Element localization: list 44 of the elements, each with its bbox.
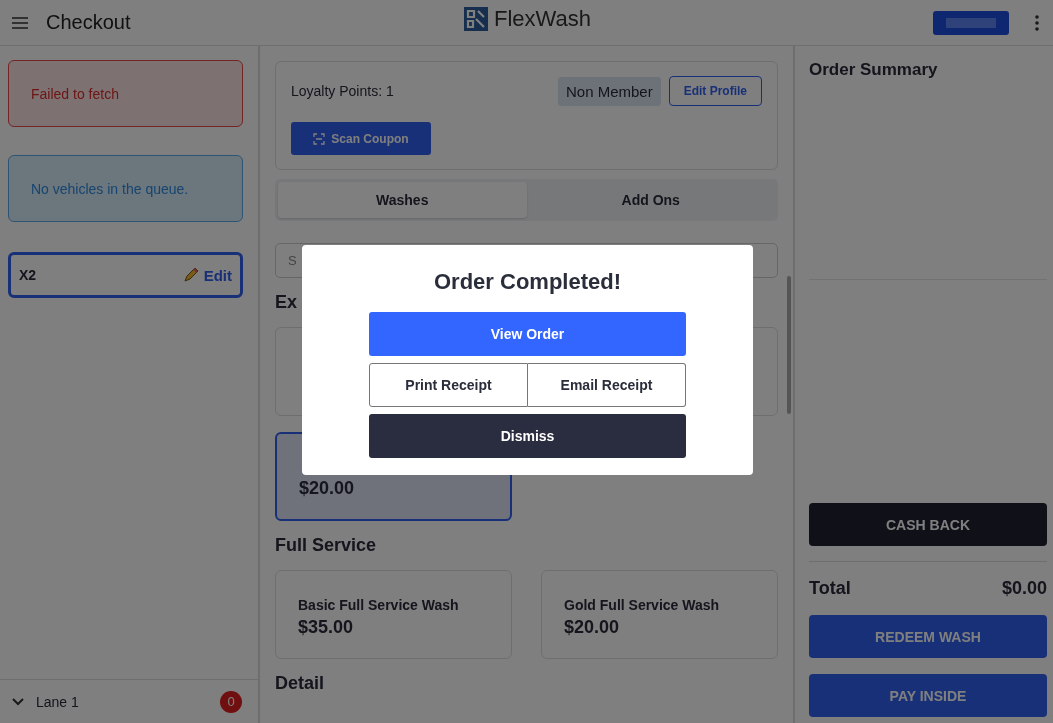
vehicle-card[interactable]: X2 Edit — [8, 252, 243, 298]
count-badge: 0 — [220, 690, 242, 713]
edit-link[interactable]: Edit — [181, 266, 232, 284]
tab[interactable]: Washes — [278, 182, 527, 218]
scan-coupon-button[interactable]: Scan Coupon — [291, 122, 431, 155]
edit-profile-button[interactable]: Edit Profile — [668, 76, 762, 106]
dialog-title: Order Completed! — [434, 269, 621, 295]
wash-card[interactable]: Gold Full Service Wash $20.00 — [541, 570, 778, 659]
member-status: Non Member — [557, 76, 661, 106]
wash-price: $20.00 — [299, 478, 356, 499]
lane-label: Lane 1 — [36, 693, 79, 710]
cash-back-button[interactable]: CASH BACK — [809, 503, 1047, 546]
wash-price: $35.00 — [298, 617, 355, 638]
view-order-button[interactable]: View Order — [369, 312, 686, 356]
summary-title: Order Summary — [809, 60, 939, 80]
tab[interactable]: Add Ons — [526, 182, 775, 218]
wash-name: Gold Full Service Wash — [564, 597, 721, 613]
alert-message: No vehicles in the queue. — [8, 155, 243, 222]
logo-icon — [464, 7, 488, 31]
section-heading: Detail — [275, 673, 326, 694]
wash-price: $20.00 — [564, 617, 621, 638]
dismiss-button[interactable]: Dismiss — [369, 414, 686, 458]
scan-icon — [313, 132, 326, 145]
receipt-button[interactable]: Email Receipt — [528, 363, 686, 407]
vehicle-label: X2 — [19, 267, 37, 283]
chevron-down-icon[interactable] — [12, 697, 24, 706]
wash-name: Basic Full Service Wash — [298, 597, 460, 613]
more-icon[interactable] — [1035, 14, 1039, 31]
wash-card[interactable]: Basic Full Service Wash $35.00 — [275, 570, 512, 659]
payment-button[interactable]: REDEEM WASH — [809, 615, 1047, 658]
total-amount: $0.00 — [1001, 578, 1047, 599]
receipt-button[interactable]: Print Receipt — [369, 363, 528, 407]
account-button[interactable] — [933, 10, 1009, 35]
pencil-icon — [181, 266, 200, 284]
loyalty-points: Loyalty Points: 1 — [291, 83, 394, 99]
total-label: Total — [809, 578, 851, 599]
brand-name: FlexWash — [494, 6, 591, 32]
section-heading: Full Service — [275, 535, 378, 556]
scrollbar[interactable] — [787, 276, 791, 414]
section-heading: Ex — [275, 292, 299, 313]
payment-button[interactable]: PAY INSIDE — [809, 674, 1047, 717]
menu-icon[interactable] — [12, 16, 28, 29]
page-title: Checkout — [46, 11, 131, 34]
alert-message: Failed to fetch — [8, 60, 243, 127]
